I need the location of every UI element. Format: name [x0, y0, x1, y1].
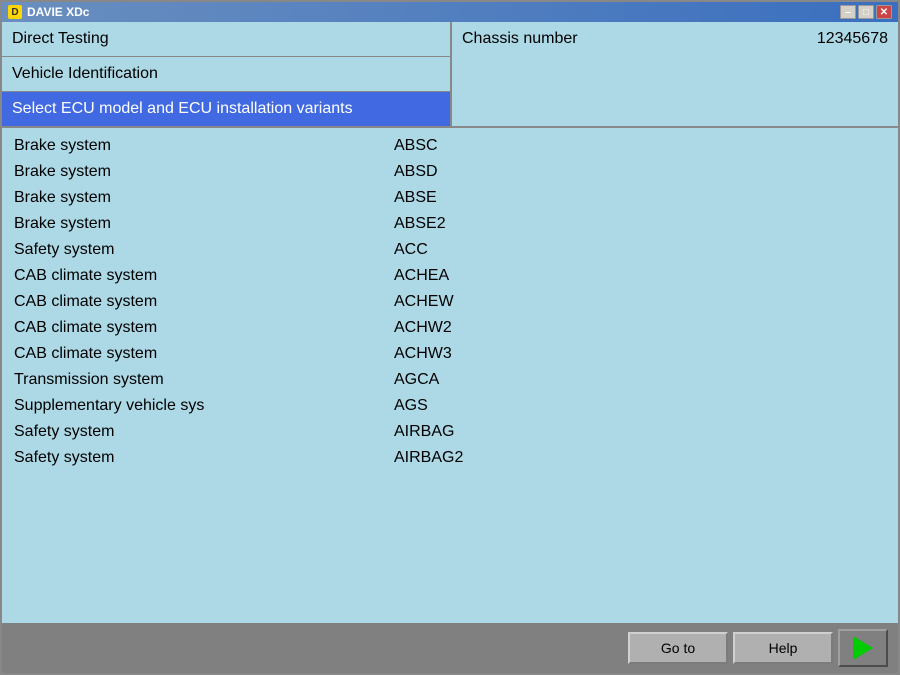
- list-item-code: ACHW3: [394, 345, 886, 363]
- list-item-code: ABSD: [394, 163, 886, 181]
- title-bar-title: D DAVIE XDc: [8, 5, 89, 19]
- list-item-category: Brake system: [14, 137, 394, 155]
- list-item-category: CAB climate system: [14, 293, 394, 311]
- help-button[interactable]: Help: [733, 632, 833, 664]
- app-title: DAVIE XDc: [27, 5, 89, 19]
- list-item-category: CAB climate system: [14, 319, 394, 337]
- list-item-code: AGCA: [394, 371, 886, 389]
- list-item[interactable]: Brake systemABSC: [12, 133, 888, 159]
- maximize-button[interactable]: □: [858, 5, 874, 19]
- play-button[interactable]: [838, 629, 888, 667]
- list-item[interactable]: CAB climate systemACHEA: [12, 263, 888, 289]
- list-item-code: AIRBAG: [394, 423, 886, 441]
- list-item[interactable]: CAB climate systemACHEW: [12, 289, 888, 315]
- list-item[interactable]: Brake systemABSE2: [12, 211, 888, 237]
- header-left: Direct Testing Vehicle Identification Se…: [2, 22, 452, 126]
- list-item[interactable]: Brake systemABSD: [12, 159, 888, 185]
- ecu-list[interactable]: Brake systemABSCBrake systemABSDBrake sy…: [2, 128, 898, 623]
- menu-item-direct-testing[interactable]: Direct Testing: [2, 22, 450, 57]
- title-bar: D DAVIE XDc – □ ✕: [2, 2, 898, 22]
- list-item[interactable]: Safety systemACC: [12, 237, 888, 263]
- menu-item-select-ecu[interactable]: Select ECU model and ECU installation va…: [2, 92, 450, 126]
- list-item-code: ABSC: [394, 137, 886, 155]
- list-item-code: ABSE: [394, 189, 886, 207]
- list-item-category: Transmission system: [14, 371, 394, 389]
- main-content: Brake systemABSCBrake systemABSDBrake sy…: [2, 128, 898, 623]
- list-item-code: AGS: [394, 397, 886, 415]
- main-window: D DAVIE XDc – □ ✕ Direct Testing Vehicle…: [0, 0, 900, 675]
- list-item-code: ACHEW: [394, 293, 886, 311]
- chassis-label: Chassis number: [462, 30, 578, 48]
- list-item[interactable]: Safety systemAIRBAG: [12, 419, 888, 445]
- list-item-category: CAB climate system: [14, 345, 394, 363]
- list-item-category: Brake system: [14, 215, 394, 233]
- close-button[interactable]: ✕: [876, 5, 892, 19]
- play-icon: [853, 636, 873, 660]
- menu-item-vehicle-identification[interactable]: Vehicle Identification: [2, 57, 450, 92]
- list-item-category: Safety system: [14, 449, 394, 467]
- bottom-toolbar: Go to Help: [2, 623, 898, 673]
- header-right: Chassis number 12345678: [452, 22, 898, 126]
- list-item-category: Safety system: [14, 241, 394, 259]
- list-item-category: Safety system: [14, 423, 394, 441]
- list-item[interactable]: Safety systemAIRBAG2: [12, 445, 888, 471]
- list-item-category: CAB climate system: [14, 267, 394, 285]
- list-item-code: AIRBAG2: [394, 449, 886, 467]
- minimize-button[interactable]: –: [840, 5, 856, 19]
- app-icon: D: [8, 5, 22, 19]
- list-item[interactable]: CAB climate systemACHW3: [12, 341, 888, 367]
- list-item-category: Brake system: [14, 163, 394, 181]
- header-section: Direct Testing Vehicle Identification Se…: [2, 22, 898, 128]
- list-item[interactable]: CAB climate systemACHW2: [12, 315, 888, 341]
- list-item-code: ACHEA: [394, 267, 886, 285]
- list-item-category: Brake system: [14, 189, 394, 207]
- list-item[interactable]: Brake systemABSE: [12, 185, 888, 211]
- chassis-number: 12345678: [817, 30, 888, 48]
- window-controls: – □ ✕: [840, 5, 892, 19]
- list-item-category: Supplementary vehicle sys: [14, 397, 394, 415]
- goto-button[interactable]: Go to: [628, 632, 728, 664]
- list-item-code: ACHW2: [394, 319, 886, 337]
- list-item[interactable]: Transmission systemAGCA: [12, 367, 888, 393]
- list-item-code: ABSE2: [394, 215, 886, 233]
- list-item-code: ACC: [394, 241, 886, 259]
- list-item[interactable]: Supplementary vehicle sysAGS: [12, 393, 888, 419]
